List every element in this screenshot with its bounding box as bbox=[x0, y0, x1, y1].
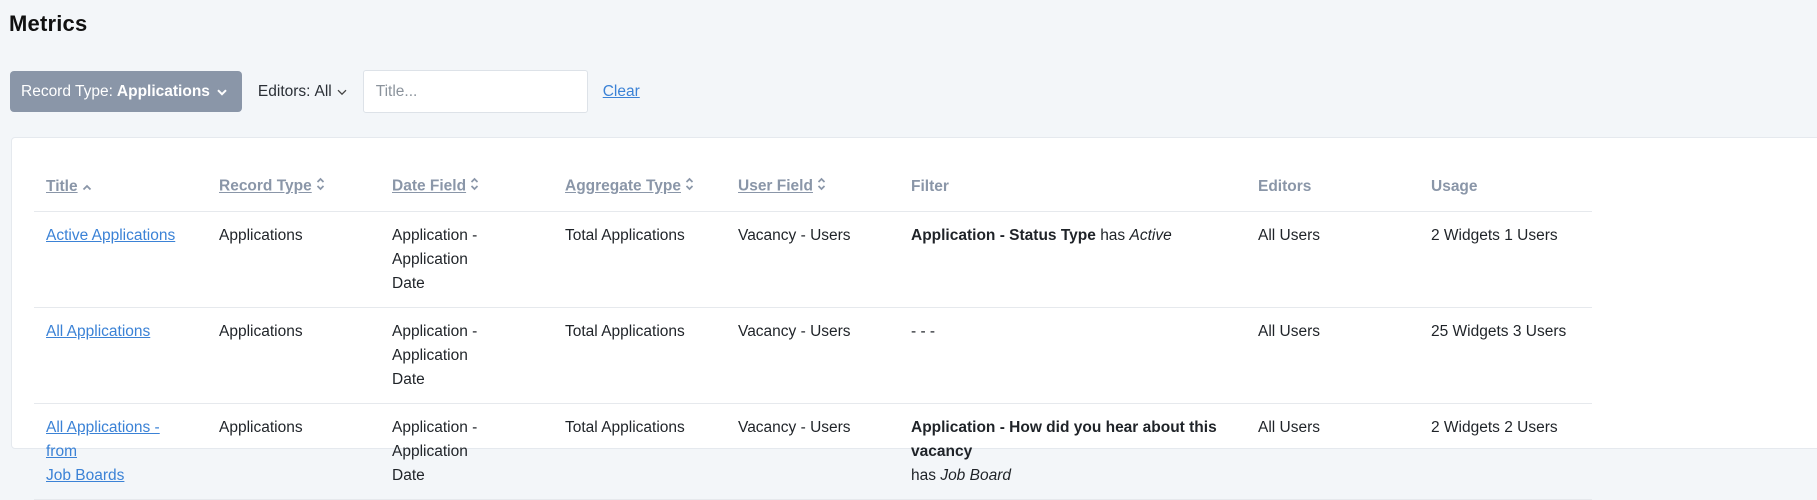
column-header-usage: Usage bbox=[1419, 163, 1592, 212]
date-field-text: Date bbox=[392, 370, 425, 388]
cell-title: All Applications - from Job Boards bbox=[34, 403, 207, 500]
sort-both-icon[interactable] bbox=[316, 177, 325, 196]
table-row: All Applications Applications Applicatio… bbox=[34, 307, 1592, 404]
cell-date-field: Application - Application Date bbox=[380, 307, 553, 404]
clear-filters-link[interactable]: Clear bbox=[603, 83, 640, 101]
filter-bar: Record Type: Applications Editors: All C… bbox=[10, 70, 640, 113]
metric-title-link[interactable]: Active Applications bbox=[46, 227, 175, 244]
column-header-aggregate-type-label[interactable]: Aggregate Type bbox=[565, 178, 681, 195]
column-header-date-field-label[interactable]: Date Field bbox=[392, 178, 466, 195]
editors-filter-label: Editors: bbox=[257, 82, 311, 100]
metric-title-link-line[interactable]: All Applications - from bbox=[46, 419, 160, 460]
cell-record-type: Applications bbox=[207, 211, 380, 308]
column-header-user-field-label[interactable]: User Field bbox=[738, 178, 813, 195]
metric-title-link[interactable]: All Applications - from Job Boards bbox=[46, 419, 160, 484]
chevron-down-icon bbox=[337, 83, 347, 101]
column-header-editors: Editors bbox=[1246, 163, 1419, 212]
column-header-title-label[interactable]: Title bbox=[46, 178, 78, 195]
cell-user-field: Vacancy - Users bbox=[726, 307, 899, 404]
cell-usage: 2 Widgets 2 Users bbox=[1419, 403, 1592, 500]
sort-ascending-icon[interactable] bbox=[82, 178, 92, 196]
cell-user-field: Vacancy - Users bbox=[726, 211, 899, 308]
cell-filter: Application - Status Type has Active bbox=[899, 211, 1246, 308]
filter-empty: - - - bbox=[911, 322, 936, 340]
metric-title-link-line[interactable]: Job Boards bbox=[46, 467, 124, 484]
sort-both-icon[interactable] bbox=[817, 177, 826, 196]
cell-date-field: Application - Application Date bbox=[380, 403, 553, 500]
date-field-text: Application - Application bbox=[392, 322, 478, 364]
cell-usage: 25 Widgets 3 Users bbox=[1419, 307, 1592, 404]
cell-aggregate-type: Total Applications bbox=[553, 403, 726, 500]
column-header-aggregate-type[interactable]: Aggregate Type bbox=[553, 163, 726, 212]
filter-value: Job Board bbox=[940, 466, 1011, 484]
date-field-text: Date bbox=[392, 466, 425, 484]
cell-record-type: Applications bbox=[207, 307, 380, 404]
cell-editors: All Users bbox=[1246, 403, 1419, 500]
editors-filter-value: All bbox=[314, 82, 332, 100]
filter-field: Application - Status Type bbox=[911, 226, 1096, 244]
table-header-row: Title Record Type Date Field Aggregate T… bbox=[34, 163, 1592, 212]
date-field-text: Date bbox=[392, 274, 425, 292]
metrics-table: Title Record Type Date Field Aggregate T… bbox=[34, 163, 1592, 500]
cell-aggregate-type: Total Applications bbox=[553, 211, 726, 308]
filter-operator: has bbox=[1100, 226, 1126, 244]
column-header-title[interactable]: Title bbox=[34, 163, 207, 212]
filter-value: Active bbox=[1129, 226, 1172, 244]
cell-aggregate-type: Total Applications bbox=[553, 307, 726, 404]
cell-usage: 2 Widgets 1 Users bbox=[1419, 211, 1592, 308]
cell-filter: - - - bbox=[899, 307, 1246, 404]
column-header-record-type[interactable]: Record Type bbox=[207, 163, 380, 212]
record-type-filter-button[interactable]: Record Type: Applications bbox=[10, 71, 242, 112]
sort-both-icon[interactable] bbox=[470, 177, 479, 196]
cell-title: All Applications bbox=[34, 307, 207, 404]
metrics-panel: Title Record Type Date Field Aggregate T… bbox=[11, 137, 1817, 500]
column-header-date-field[interactable]: Date Field bbox=[380, 163, 553, 212]
table-row: All Applications - from Job Boards Applic… bbox=[34, 403, 1592, 500]
chevron-down-icon bbox=[217, 83, 227, 101]
filter-field: Application - How did you hear about thi… bbox=[911, 418, 1217, 460]
date-field-text: Application - Application bbox=[392, 418, 478, 460]
record-type-filter-value: Applications bbox=[116, 82, 210, 100]
title-search-input[interactable] bbox=[362, 70, 588, 113]
sort-both-icon[interactable] bbox=[685, 177, 694, 196]
metric-title-link[interactable]: All Applications bbox=[46, 323, 150, 340]
column-header-filter: Filter bbox=[899, 163, 1246, 212]
page-title: Metrics bbox=[9, 11, 88, 36]
cell-editors: All Users bbox=[1246, 307, 1419, 404]
cell-date-field: Application - Application Date bbox=[380, 211, 553, 308]
column-header-record-type-label[interactable]: Record Type bbox=[219, 178, 312, 195]
cell-editors: All Users bbox=[1246, 211, 1419, 308]
cell-user-field: Vacancy - Users bbox=[726, 403, 899, 500]
date-field-text: Application - Application bbox=[392, 226, 478, 268]
cell-filter: Application - How did you hear about thi… bbox=[899, 403, 1246, 500]
cell-record-type: Applications bbox=[207, 403, 380, 500]
table-row: Active Applications Applications Applica… bbox=[34, 211, 1592, 308]
cell-title: Active Applications bbox=[34, 211, 207, 308]
record-type-filter-label: Record Type: bbox=[21, 82, 113, 100]
filter-operator: has bbox=[911, 466, 936, 484]
editors-filter-dropdown[interactable]: Editors: All bbox=[258, 83, 347, 101]
column-header-user-field[interactable]: User Field bbox=[726, 163, 899, 212]
